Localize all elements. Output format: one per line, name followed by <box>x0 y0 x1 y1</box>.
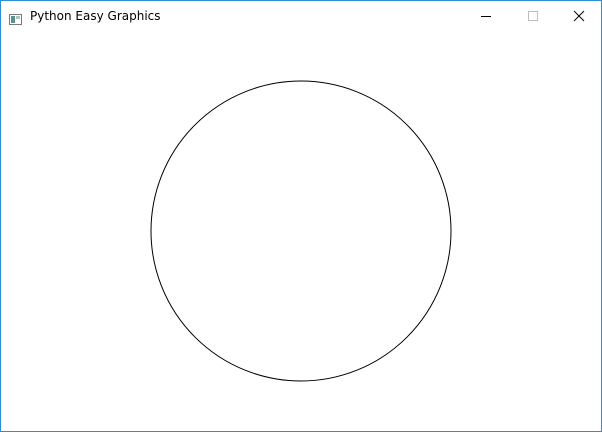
window-app-icon[interactable] <box>9 10 22 25</box>
title-bar[interactable]: Python Easy Graphics <box>1 1 601 31</box>
maximize-icon <box>528 11 538 21</box>
drawing-canvas[interactable] <box>1 31 601 431</box>
close-icon <box>573 10 585 22</box>
minimize-button[interactable] <box>463 1 509 31</box>
canvas-surface <box>150 80 452 382</box>
app-window: Python Easy Graphics <box>0 0 602 432</box>
circle-shape <box>150 80 452 382</box>
minimize-icon <box>481 16 491 17</box>
maximize-button[interactable] <box>509 1 555 31</box>
window-title: Python Easy Graphics <box>30 9 161 23</box>
close-button[interactable] <box>555 1 601 31</box>
